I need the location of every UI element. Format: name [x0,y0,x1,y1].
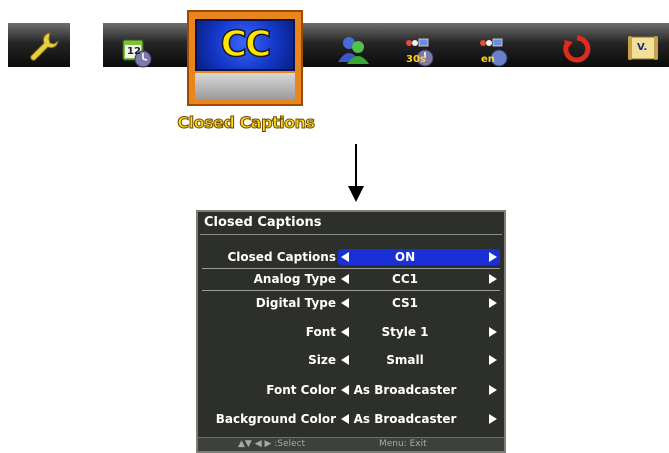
row-label: Background Color [215,412,336,426]
row-digital-type[interactable]: Digital Type CS1 [198,295,504,311]
closed-captions-icon: CC [195,19,295,71]
right-arrow-icon[interactable] [489,327,497,337]
row-font-color[interactable]: Font Color As Broadcaster [198,382,504,398]
selected-item-label: Closed Captions [177,113,316,133]
row-label: Font Color [266,383,336,397]
calendar-number: 12 [127,46,141,57]
version-icon[interactable]: V. [628,34,658,62]
icon-bar-gap [70,23,103,67]
right-arrow-icon[interactable] [489,355,497,365]
cc-text: CC [220,23,272,66]
row-value: CS1 [391,296,419,310]
right-arrow-icon[interactable] [489,414,497,424]
title-divider [200,234,502,235]
right-arrow-icon[interactable] [489,252,497,262]
row-background-color[interactable]: Background Color As Broadcaster [198,411,504,427]
right-arrow-icon[interactable] [489,385,497,395]
menu-title: Closed Captions [204,215,322,230]
language-label: en [481,54,495,65]
closed-captions-tile[interactable]: CC [187,10,303,106]
row-label: Digital Type [255,296,336,310]
menu-footer: ▲▼ ◀ ▶ :Select Menu: Exit [198,437,504,451]
row-value: ON [394,250,416,264]
wrench-icon[interactable] [26,30,60,64]
row-value: As Broadcaster [353,383,457,397]
reset-icon[interactable] [562,34,592,64]
row-label: Closed Captions [227,250,337,264]
row-size[interactable]: Size Small [198,352,504,368]
calendar-clock-icon[interactable]: 12 [122,38,152,68]
language-icon[interactable]: en [478,38,510,68]
closed-captions-menu: Closed Captions Closed Captions ON Analo… [196,210,506,453]
right-arrow-icon[interactable] [489,274,497,284]
row-value: Small [386,353,424,367]
row-analog-type[interactable]: Analog Type CC1 [198,271,504,287]
down-arrow-icon [346,144,366,208]
tile-base [195,73,295,100]
footer-exit-hint: Menu: Exit [379,439,427,449]
row-label: Font [305,325,336,339]
row-value: Style 1 [381,325,429,339]
row-divider [202,268,500,269]
sleep-timer-icon[interactable]: 30s [404,38,436,68]
row-divider [202,290,500,291]
row-label: Size [308,353,336,367]
row-label: Analog Type [253,272,336,286]
version-label: V. [637,42,648,53]
right-arrow-icon[interactable] [489,298,497,308]
row-font[interactable]: Font Style 1 [198,324,504,340]
footer-select-hint: ▲▼ ◀ ▶ :Select [238,439,306,449]
row-closed-captions[interactable]: Closed Captions ON [198,249,504,265]
row-value: As Broadcaster [353,412,457,426]
row-value: CC1 [392,272,418,286]
user-icon[interactable] [336,34,370,64]
timer-label: 30s [406,54,426,65]
